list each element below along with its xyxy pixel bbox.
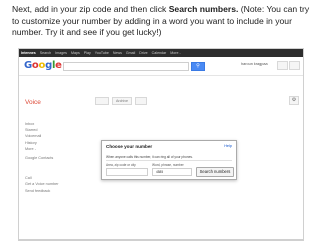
- user-name[interactable]: haroun kragpaa: [241, 62, 268, 66]
- topbar-item-youtube[interactable]: YouTube: [95, 51, 109, 55]
- word-phrase-label: Word, phrase, number: [152, 163, 184, 167]
- topbar-item-drive[interactable]: Drive: [139, 51, 147, 55]
- dialog-subtitle: When anyone calls this number, it can ri…: [106, 155, 193, 159]
- instruction-text: Next, add in your zip code and then clic…: [12, 4, 314, 39]
- topbar-item-play[interactable]: Play: [84, 51, 91, 55]
- google-logo[interactable]: Google: [24, 60, 62, 71]
- choose-number-dialog: Choose your number Help When anyone call…: [101, 140, 237, 180]
- search-input[interactable]: [63, 62, 189, 71]
- account-button[interactable]: [289, 61, 300, 70]
- share-button[interactable]: [277, 61, 288, 70]
- word-phrase-value: 4585: [156, 170, 164, 174]
- instruction-part-1: Next, add in your zip code and then clic…: [12, 4, 169, 14]
- page-header: Google ⚲ haroun kragpaa: [19, 57, 303, 76]
- page-title: Voice: [25, 99, 41, 106]
- topbar-item-maps[interactable]: Maps: [71, 51, 80, 55]
- dialog-divider: [106, 160, 232, 161]
- gear-icon: ⚙: [291, 97, 297, 103]
- topbar-item-images[interactable]: Images: [55, 51, 67, 55]
- sidebar-link-feedback[interactable]: Send feedback: [25, 188, 59, 194]
- sidebar-item-more[interactable]: More -: [25, 146, 59, 152]
- topbar-item-gmail[interactable]: Gmail: [126, 51, 135, 55]
- settings-button[interactable]: ⚙: [289, 96, 299, 105]
- topbar-item-more[interactable]: More -: [170, 51, 180, 55]
- dialog-help-link[interactable]: Help: [224, 144, 232, 148]
- zip-code-input[interactable]: [106, 168, 148, 176]
- search-button[interactable]: ⚲: [191, 62, 205, 71]
- archive-label: Archive: [116, 99, 128, 103]
- search-icon: ⚲: [196, 63, 200, 69]
- search-numbers-button[interactable]: Search numbers: [196, 167, 234, 177]
- more-actions-button[interactable]: [135, 97, 147, 105]
- topbar-item-search[interactable]: Search: [40, 51, 51, 55]
- topbar-item-news[interactable]: News: [113, 51, 122, 55]
- dialog-title: Choose your number: [106, 144, 153, 149]
- select-checkbox-button[interactable]: [95, 97, 109, 105]
- google-top-bar: Intennes Search Images Maps Play YouTube…: [19, 49, 303, 57]
- instruction-bold: Search numbers.: [168, 4, 239, 14]
- sidebar: Inbox Starred Voicemail History More - G…: [25, 121, 59, 194]
- archive-button[interactable]: Archive: [112, 97, 132, 105]
- sidebar-link-voice-number[interactable]: Get a Voice number: [25, 181, 59, 187]
- zip-code-label: Area, zip code or city: [106, 163, 136, 167]
- voice-screenshot: Intennes Search Images Maps Play YouTube…: [18, 48, 304, 241]
- topbar-item-calendar[interactable]: Calendar: [152, 51, 167, 55]
- topbar-item-user[interactable]: Intennes: [21, 51, 36, 55]
